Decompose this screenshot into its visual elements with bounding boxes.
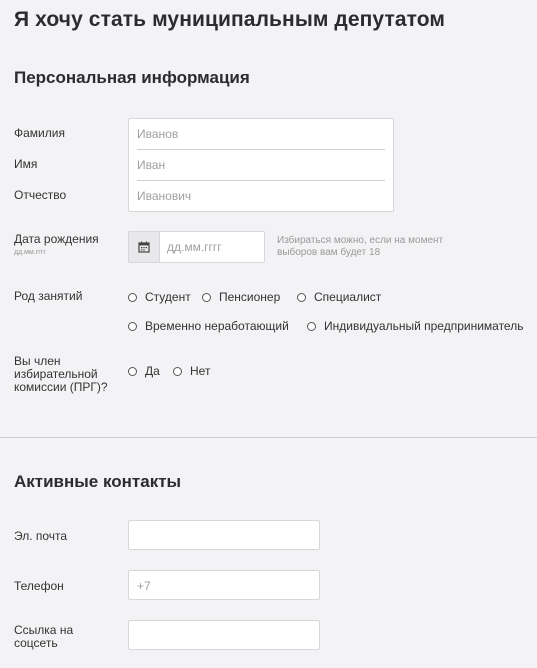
last-name-input[interactable]: Иванов bbox=[137, 119, 385, 150]
email-label: Эл. почта bbox=[14, 529, 68, 543]
commission-option-yes[interactable]: Да bbox=[128, 364, 160, 378]
birth-date-format-hint: дд.мм.гггг bbox=[14, 249, 46, 256]
radio-circle-icon bbox=[128, 321, 137, 331]
middle-name-label: Отчество bbox=[14, 188, 67, 202]
occupation-label: Род занятий bbox=[14, 289, 83, 303]
radio-circle-icon bbox=[173, 366, 182, 376]
radio-circle-icon bbox=[307, 321, 316, 331]
birth-date-label: Дата рождения bbox=[14, 232, 99, 246]
first-name-label: Имя bbox=[14, 157, 38, 171]
middle-name-input[interactable]: Иванович bbox=[137, 181, 385, 211]
radio-circle-icon bbox=[202, 292, 211, 302]
birth-date-field: дд.мм.гггг bbox=[128, 231, 265, 263]
first-name-input[interactable]: Иван bbox=[137, 150, 385, 181]
occupation-option-pensioner[interactable]: Пенсионер bbox=[202, 290, 280, 304]
commission-option-no[interactable]: Нет bbox=[173, 364, 210, 378]
name-fields-group: Иванов Иван Иванович bbox=[128, 118, 394, 212]
radio-circle-icon bbox=[297, 292, 306, 302]
last-name-label: Фамилия bbox=[14, 126, 65, 140]
phone-label: Телефон bbox=[14, 579, 64, 593]
calendar-button[interactable] bbox=[129, 232, 160, 262]
section-title-contacts: Активные контакты bbox=[14, 472, 182, 491]
radio-circle-icon bbox=[128, 292, 137, 302]
radio-label: Нет bbox=[190, 364, 211, 378]
occupation-option-specialist[interactable]: Специалист bbox=[297, 290, 381, 304]
radio-circle-icon bbox=[128, 366, 137, 376]
radio-label: Пенсионер bbox=[219, 290, 281, 304]
occupation-option-unemployed[interactable]: Временно неработающий bbox=[128, 319, 289, 333]
radio-label: Индивидуальный предприниматель bbox=[324, 319, 524, 333]
radio-label: Специалист bbox=[314, 290, 382, 304]
section-title-personal: Персональная информация bbox=[14, 68, 250, 87]
radio-label: Да bbox=[145, 364, 160, 378]
occupation-option-entrepreneur[interactable]: Индивидуальный предприниматель bbox=[307, 319, 523, 333]
social-link-input[interactable] bbox=[128, 620, 320, 650]
social-link-label: Ссылка на соцсеть bbox=[14, 623, 74, 650]
radio-label: Временно неработающий bbox=[145, 319, 289, 333]
commission-label: Вы член избирательной комиссии (ПРГ)? bbox=[14, 354, 108, 394]
occupation-option-student[interactable]: Студент bbox=[128, 290, 191, 304]
section-divider bbox=[0, 437, 537, 438]
birth-date-note: Избираться можно, если на момент выборов… bbox=[277, 235, 444, 258]
radio-label: Студент bbox=[145, 290, 191, 304]
email-input[interactable] bbox=[128, 520, 320, 550]
phone-input[interactable]: +7 bbox=[128, 570, 320, 600]
birth-date-input[interactable]: дд.мм.гггг bbox=[167, 232, 222, 262]
calendar-icon bbox=[138, 241, 150, 253]
page-title: Я хочу стать муниципальным депутатом bbox=[14, 8, 446, 31]
